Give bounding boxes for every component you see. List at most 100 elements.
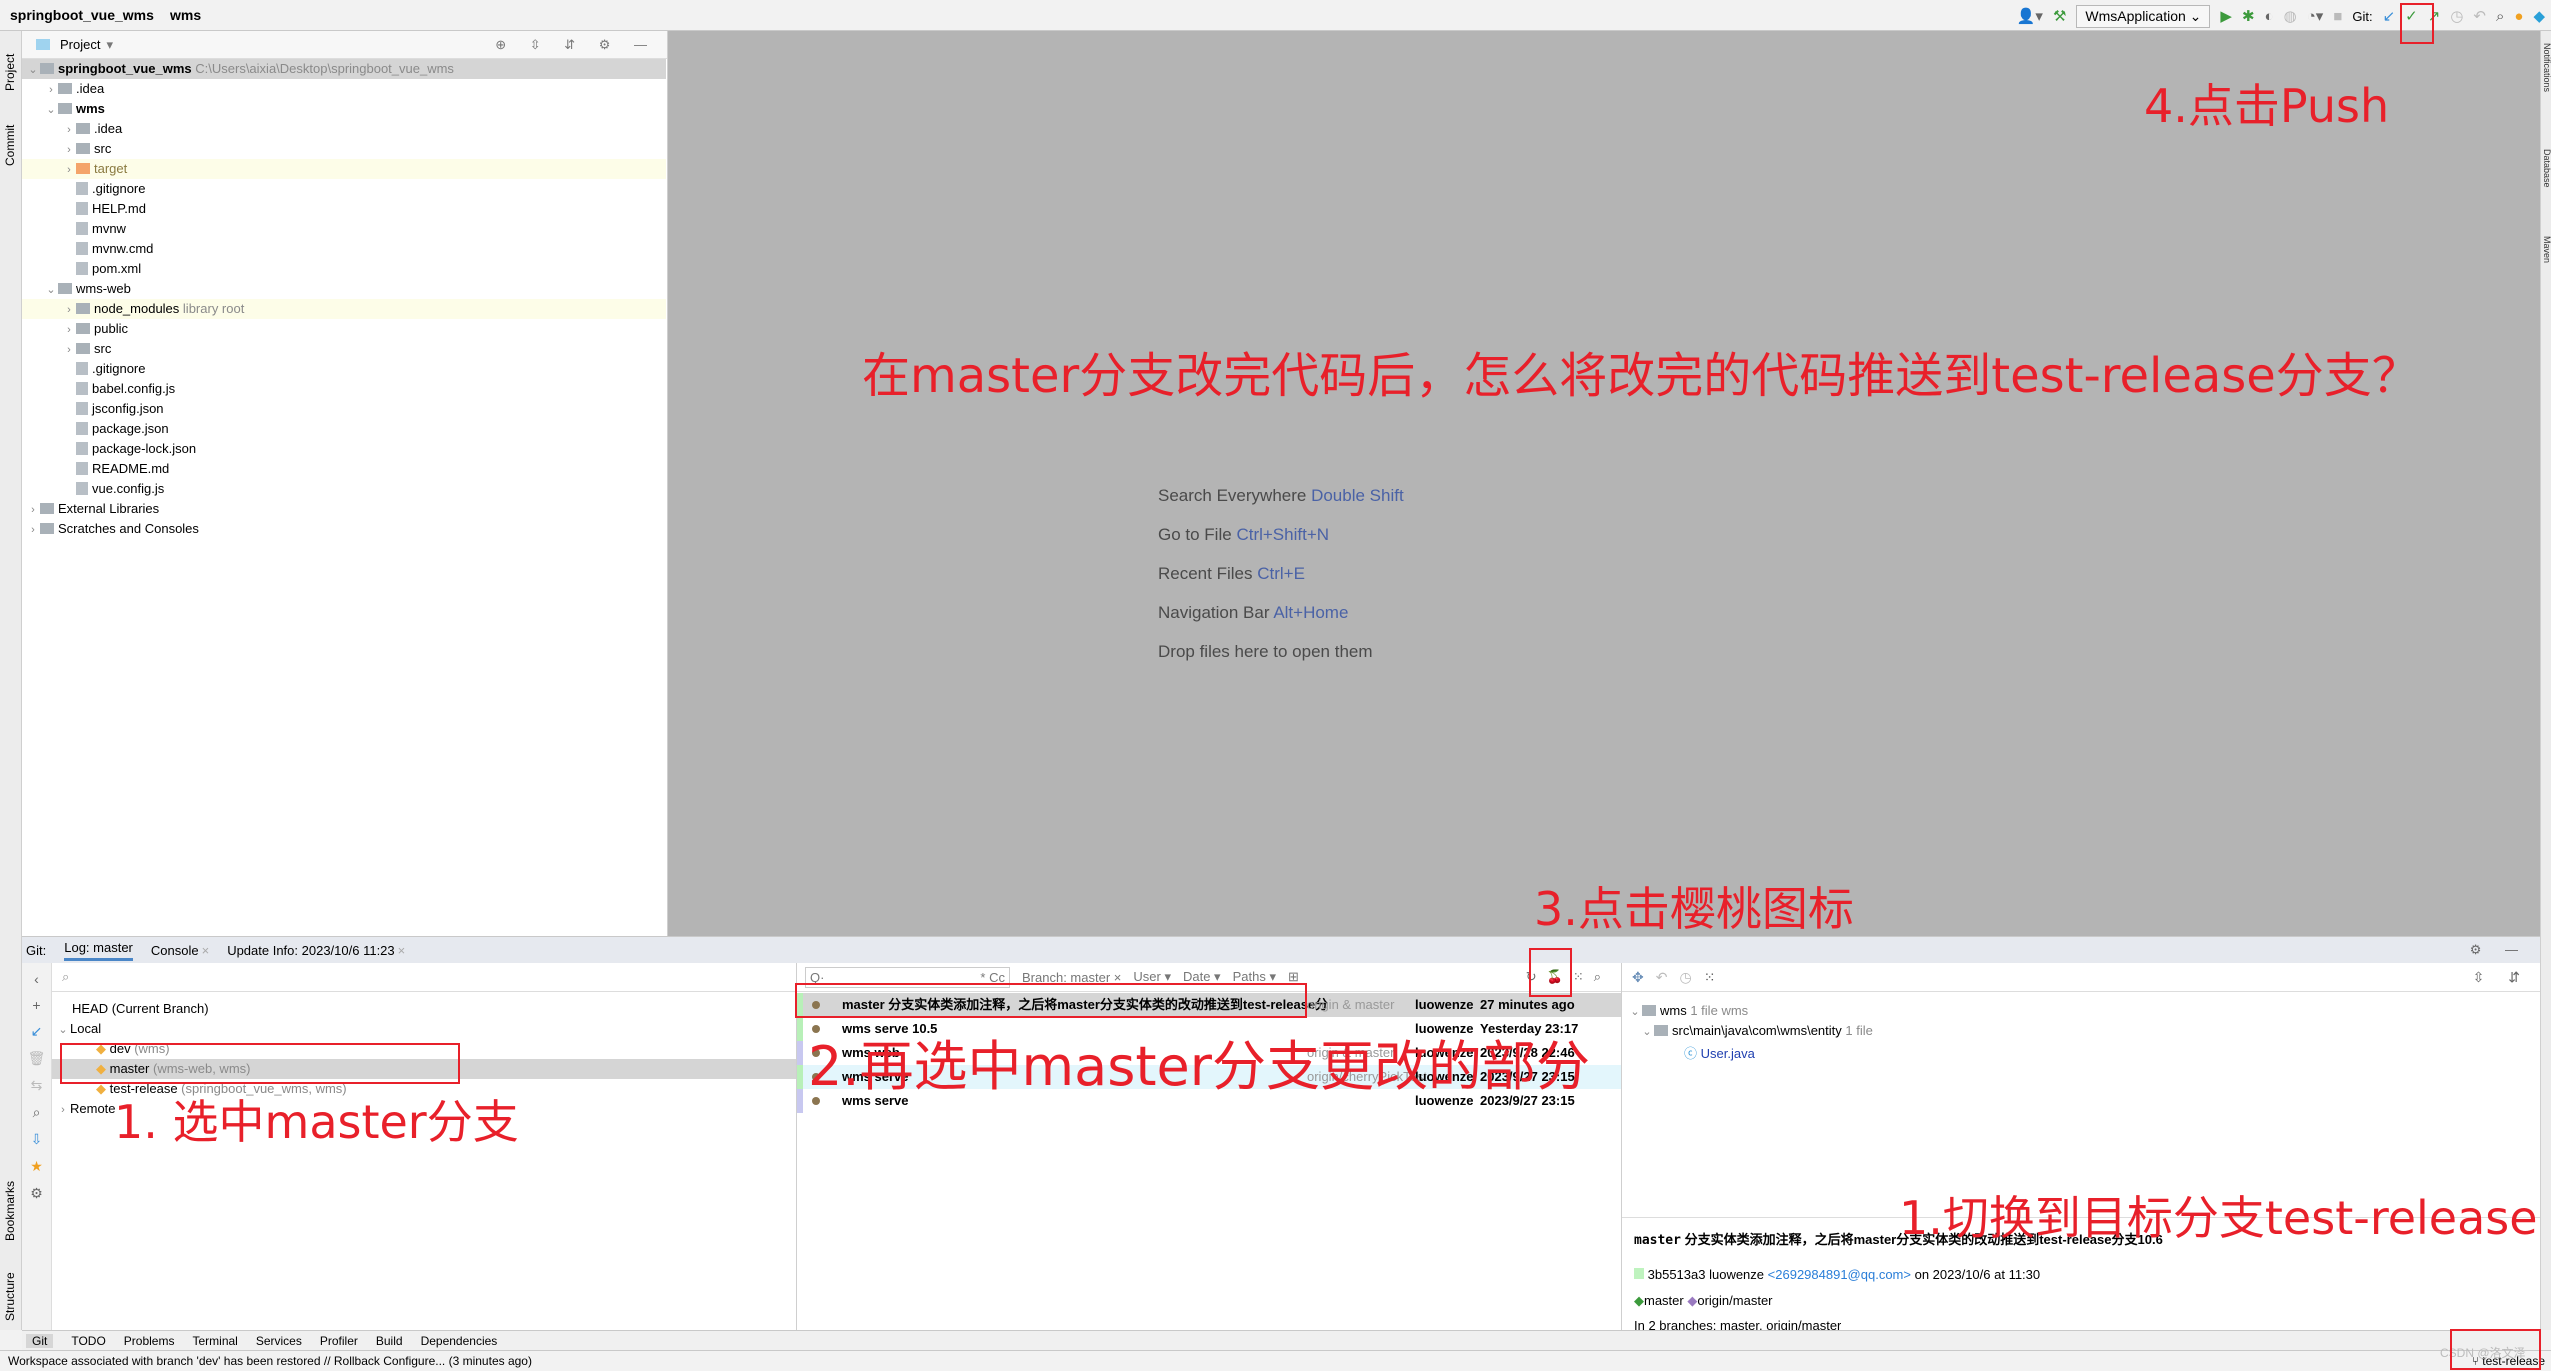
tool-tab-maven[interactable]: Maven: [2542, 236, 2551, 263]
status-message[interactable]: Workspace associated with branch 'dev' h…: [8, 1354, 532, 1368]
tree-item[interactable]: .gitignore: [22, 179, 666, 199]
update-branch-icon[interactable]: ↙: [31, 1023, 43, 1040]
tab-console[interactable]: Console ×: [151, 943, 209, 958]
window-actions[interactable]: ⚙ —: [2470, 942, 2528, 958]
project-view-select[interactable]: Project: [60, 37, 100, 52]
changes-root[interactable]: ⌄ wms 1 file wms: [1628, 1003, 1748, 1018]
search-icon[interactable]: ⌕: [1594, 969, 1611, 984]
user-icon[interactable]: 👤▾: [2017, 7, 2043, 25]
jetbrains-icon[interactable]: ◆: [2533, 7, 2545, 25]
tree-item[interactable]: package.json: [22, 419, 666, 439]
author-email-link[interactable]: <2692984891@qq.com>: [1768, 1267, 1911, 1282]
commit-details-panel: ✥ ↶ ◷ ⁙ ⇳ ⇵ ⌄ wms 1 file wms ⌄ src\main\ja…: [1622, 963, 2540, 1330]
tree-item[interactable]: vue.config.js: [22, 479, 666, 499]
tree-item[interactable]: › Scratches and Consoles: [22, 519, 666, 539]
tool-tab-problems[interactable]: Problems: [124, 1334, 175, 1348]
run-icon[interactable]: ▶: [2220, 7, 2232, 25]
tree-item[interactable]: › src: [22, 339, 666, 359]
breadcrumb-project[interactable]: springboot_vue_wms: [10, 7, 154, 23]
expand-collapse-icons[interactable]: ⇳ ⇵: [2473, 969, 2530, 986]
favorite-icon[interactable]: ★: [30, 1158, 43, 1175]
profile-icon[interactable]: ◍: [2284, 7, 2297, 25]
coverage-icon[interactable]: ◐: [2265, 8, 2274, 25]
tool-tab-bookmarks[interactable]: Bookmarks: [3, 1181, 17, 1241]
tool-tab-services[interactable]: Services: [256, 1334, 302, 1348]
tree-item[interactable]: pom.xml: [22, 259, 666, 279]
tool-tab-project[interactable]: Project: [3, 54, 17, 91]
build-hammer-icon[interactable]: ⚒: [2053, 7, 2066, 25]
panel-actions[interactable]: ⊕ ⇳ ⇵ ⚙ —: [495, 37, 657, 53]
tool-tab-todo[interactable]: TODO: [71, 1334, 105, 1348]
breadcrumb-module[interactable]: wms: [170, 7, 201, 23]
close-icon[interactable]: ×: [202, 943, 210, 958]
git-update-icon[interactable]: ↙: [2383, 7, 2396, 25]
tree-item[interactable]: jsconfig.json: [22, 399, 666, 419]
tab-update-info[interactable]: Update Info: 2023/10/6 11:23 ×: [227, 943, 405, 958]
tool-tab-terminal[interactable]: Terminal: [192, 1334, 237, 1348]
tool-tab-git[interactable]: Git: [26, 1333, 54, 1348]
tree-item[interactable]: README.md: [22, 459, 666, 479]
fetch-icon[interactable]: ⇩: [31, 1131, 43, 1148]
changed-file[interactable]: ⓒ User.java: [1684, 1043, 1755, 1062]
tool-tab-notifications[interactable]: Notifications: [2542, 43, 2551, 92]
run-config-select[interactable]: WmsApplication ⌄: [2076, 4, 2211, 28]
search-icon[interactable]: ⌕: [2496, 8, 2504, 25]
highlight-branch-widget: [2450, 1329, 2541, 1370]
tree-item[interactable]: HELP.md: [22, 199, 666, 219]
git-rollback-icon[interactable]: ↶: [2473, 7, 2486, 25]
compare-icon[interactable]: ⇆: [31, 1077, 43, 1094]
file-icon: [76, 482, 88, 495]
tool-tab-dependencies[interactable]: Dependencies: [421, 1334, 498, 1348]
revert-icon[interactable]: ↶: [1656, 969, 1668, 986]
close-icon[interactable]: ×: [398, 943, 406, 958]
collapse-icon[interactable]: ‹: [34, 971, 39, 987]
folder-icon: [58, 283, 72, 294]
tree-item[interactable]: › public: [22, 319, 666, 339]
branch-group-local[interactable]: ⌄ Local: [52, 1019, 796, 1039]
view-options-icon[interactable]: ⁙: [1573, 969, 1594, 984]
update-icon[interactable]: ●: [2514, 8, 2523, 25]
project-view-icon: [36, 39, 50, 50]
tree-item[interactable]: package-lock.json: [22, 439, 666, 459]
tree-item[interactable]: ⌄ wms-web: [22, 279, 666, 299]
folder-icon: [76, 163, 90, 174]
tool-tab-build[interactable]: Build: [376, 1334, 403, 1348]
git-history-icon[interactable]: ◷: [2450, 7, 2463, 25]
tree-item[interactable]: › node_modules library root: [22, 299, 666, 319]
tree-item[interactable]: .gitignore: [22, 359, 666, 379]
settings-icon[interactable]: ⚙: [30, 1185, 43, 1202]
show-diff-icon[interactable]: ✥: [1632, 969, 1644, 986]
run-with-icon[interactable]: ◔▾: [2307, 7, 2324, 25]
debug-icon[interactable]: ✱: [2242, 7, 2255, 25]
editor-hint: Drop files here to open them: [1158, 642, 1373, 661]
branch-head[interactable]: HEAD (Current Branch): [52, 999, 796, 1019]
tree-item[interactable]: › External Libraries: [22, 499, 666, 519]
new-branch-icon[interactable]: +: [32, 997, 40, 1013]
tool-tab-profiler[interactable]: Profiler: [320, 1334, 358, 1348]
stop-icon[interactable]: ■: [2333, 8, 2342, 25]
tab-log-master[interactable]: Log: master: [64, 940, 133, 961]
commit-refs: ◆master ◆origin/master: [1634, 1293, 1773, 1308]
project-panel: Project ▾ ⊕ ⇳ ⇵ ⚙ — ⌄ springboot_vue_wms C…: [22, 31, 668, 936]
branch-search-input[interactable]: ⌕: [52, 963, 796, 992]
editor-empty-area[interactable]: Search Everywhere Double Shift Go to File…: [668, 31, 2540, 936]
delete-icon[interactable]: 🗑: [28, 1050, 46, 1067]
changes-dir[interactable]: ⌄ src\main\java\com\wms\entity 1 file: [1640, 1023, 1872, 1038]
tool-tab-database[interactable]: Database: [2542, 149, 2551, 188]
tree-root[interactable]: ⌄ springboot_vue_wms C:\Users\aixia\Deskt…: [22, 59, 666, 79]
history-icon[interactable]: ◷: [1679, 969, 1691, 986]
tool-tab-commit[interactable]: Commit: [3, 125, 17, 166]
git-label: Git:: [2352, 8, 2373, 24]
tree-item[interactable]: › src: [22, 139, 666, 159]
tool-tab-structure[interactable]: Structure: [3, 1272, 17, 1321]
tree-item[interactable]: › .idea: [22, 79, 666, 99]
tree-item[interactable]: › target: [22, 159, 666, 179]
tree-item[interactable]: › .idea: [22, 119, 666, 139]
group-by-icon[interactable]: ⁙: [1704, 969, 1716, 986]
tree-item[interactable]: mvnw.cmd: [22, 239, 666, 259]
tree-item[interactable]: ⌄ wms: [22, 99, 666, 119]
module-folder-icon: [40, 63, 54, 74]
tree-item[interactable]: babel.config.js: [22, 379, 666, 399]
search-icon[interactable]: ⌕: [33, 1104, 41, 1121]
tree-item[interactable]: mvnw: [22, 219, 666, 239]
